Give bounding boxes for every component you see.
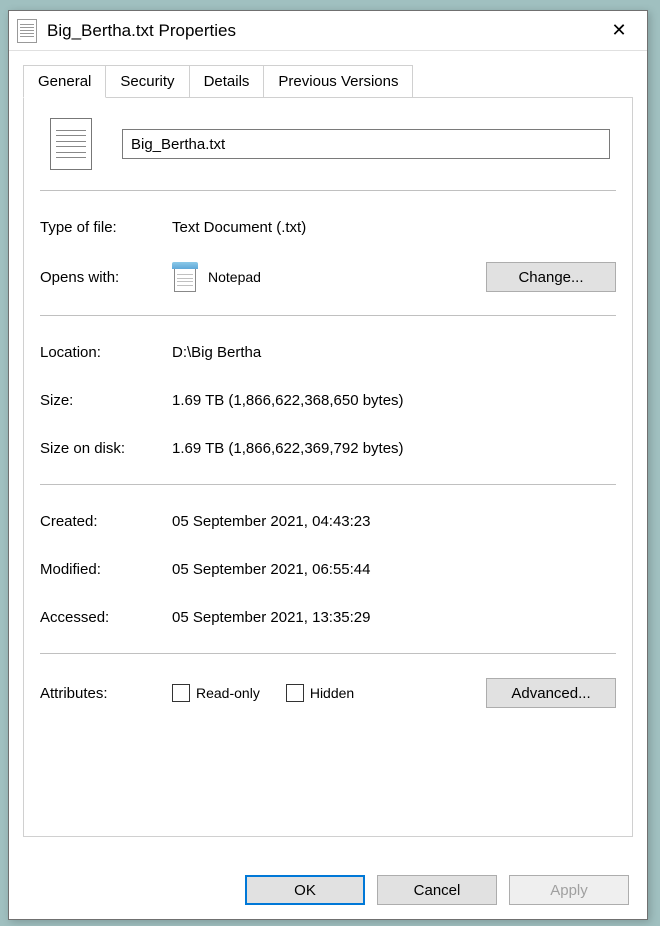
ok-button[interactable]: OK	[245, 875, 365, 905]
location-label: Location:	[40, 344, 172, 361]
attributes-label: Attributes:	[40, 685, 172, 702]
tab-security[interactable]: Security	[105, 65, 189, 97]
document-icon	[50, 118, 92, 170]
divider	[40, 315, 616, 316]
file-header	[40, 118, 616, 170]
row-attributes: Attributes: Read-only Hidden Advanced...	[40, 666, 616, 720]
tab-general[interactable]: General	[23, 65, 106, 98]
titlebar: Big_Bertha.txt Properties ✕	[9, 11, 647, 51]
readonly-checkbox[interactable]	[172, 684, 190, 702]
type-value: Text Document (.txt)	[172, 219, 616, 236]
divider	[40, 484, 616, 485]
tab-details[interactable]: Details	[189, 65, 265, 97]
notepad-icon	[172, 262, 198, 292]
readonly-label: Read-only	[196, 685, 260, 701]
tabs: General Security Details Previous Versio…	[23, 65, 633, 97]
modified-value: 05 September 2021, 06:55:44	[172, 561, 616, 578]
created-label: Created:	[40, 513, 172, 530]
size-on-disk-label: Size on disk:	[40, 440, 172, 457]
attributes-checkboxes: Read-only Hidden	[172, 684, 486, 702]
tab-panel-general: Type of file: Text Document (.txt) Opens…	[23, 97, 633, 837]
apply-button[interactable]: Apply	[509, 875, 629, 905]
window-title: Big_Bertha.txt Properties	[47, 21, 599, 41]
opens-with-app: Notepad	[208, 269, 261, 285]
row-size-on-disk: Size on disk: 1.69 TB (1,866,622,369,792…	[40, 424, 616, 472]
close-icon[interactable]: ✕	[599, 15, 639, 47]
readonly-checkbox-item: Read-only	[172, 684, 260, 702]
row-accessed: Accessed: 05 September 2021, 13:35:29	[40, 593, 616, 641]
accessed-label: Accessed:	[40, 609, 172, 626]
tab-previous-versions[interactable]: Previous Versions	[263, 65, 413, 97]
file-icon	[17, 19, 37, 43]
filename-input[interactable]	[122, 129, 610, 159]
divider	[40, 653, 616, 654]
type-label: Type of file:	[40, 219, 172, 236]
hidden-label: Hidden	[310, 685, 354, 701]
size-value: 1.69 TB (1,866,622,368,650 bytes)	[172, 392, 616, 409]
size-label: Size:	[40, 392, 172, 409]
accessed-value: 05 September 2021, 13:35:29	[172, 609, 616, 626]
created-value: 05 September 2021, 04:43:23	[172, 513, 616, 530]
opens-with-value: Notepad	[172, 262, 486, 292]
opens-with-label: Opens with:	[40, 269, 172, 286]
row-type: Type of file: Text Document (.txt)	[40, 203, 616, 251]
divider	[40, 190, 616, 191]
hidden-checkbox[interactable]	[286, 684, 304, 702]
hidden-checkbox-item: Hidden	[286, 684, 354, 702]
size-on-disk-value: 1.69 TB (1,866,622,369,792 bytes)	[172, 440, 616, 457]
row-modified: Modified: 05 September 2021, 06:55:44	[40, 545, 616, 593]
row-opens-with: Opens with: Notepad Change...	[40, 251, 616, 303]
modified-label: Modified:	[40, 561, 172, 578]
content-area: General Security Details Previous Versio…	[9, 51, 647, 837]
cancel-button[interactable]: Cancel	[377, 875, 497, 905]
advanced-button[interactable]: Advanced...	[486, 678, 616, 708]
properties-window: Big_Bertha.txt Properties ✕ General Secu…	[8, 10, 648, 920]
row-created: Created: 05 September 2021, 04:43:23	[40, 497, 616, 545]
change-button[interactable]: Change...	[486, 262, 616, 292]
row-location: Location: D:\Big Bertha	[40, 328, 616, 376]
row-size: Size: 1.69 TB (1,866,622,368,650 bytes)	[40, 376, 616, 424]
button-bar: OK Cancel Apply	[245, 875, 629, 905]
location-value: D:\Big Bertha	[172, 344, 616, 361]
